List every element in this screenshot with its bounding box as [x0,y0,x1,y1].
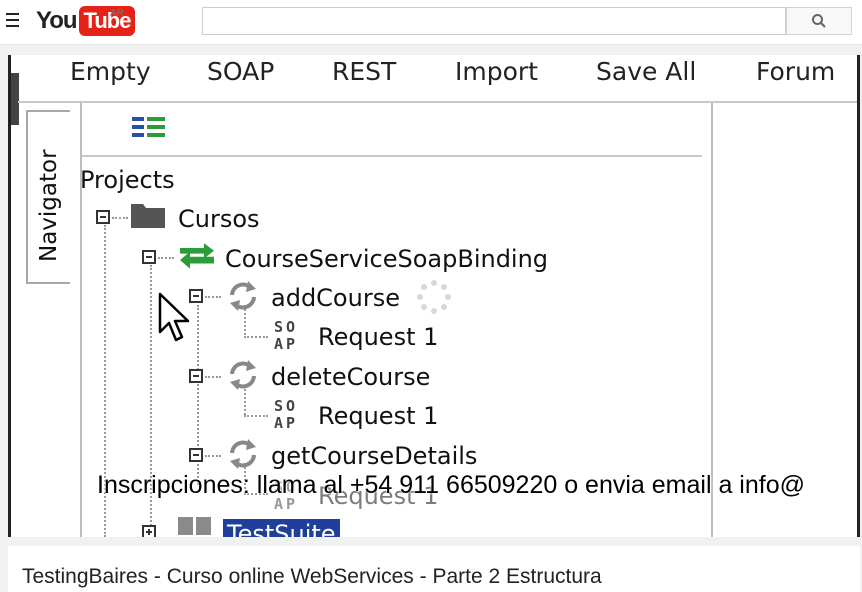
toolbar-rest: REST [332,57,397,86]
region-code: AR [110,8,124,19]
tree-expander-getcoursedetails[interactable] [189,448,203,462]
tree-request-label: Request 1 [318,323,439,351]
tree-binding-label: CourseServiceSoapBinding [225,245,549,273]
video-title[interactable]: TestingBaires - Curso online WebServices… [22,565,602,589]
operation-refresh-icon [230,281,256,311]
tree-expander-deletecourse[interactable] [189,369,203,383]
soap-request-icon: SO AP [274,319,304,355]
operation-refresh-icon [230,360,256,390]
masthead: You Tube AR [0,0,862,45]
navigator-tab: Navigator [26,110,70,284]
tree-view-icon [132,117,166,143]
divider [82,155,702,157]
tree-guide [244,336,268,338]
tree-operation-label: getCourseDetails [271,442,478,470]
soap-icon-bottom: AP [274,335,299,353]
testsuite-icon [178,517,211,535]
soap-icon-bottom: AP [274,414,299,432]
search-button[interactable] [786,7,852,35]
tree-operation-label: deleteCourse [271,363,431,391]
frame-edge [8,55,11,537]
menu-icon[interactable] [6,13,22,27]
divider [18,101,860,103]
toolbar-empty: Empty [70,57,151,86]
tree-guide [205,296,221,298]
toolbar-save-all: Save All [596,57,697,86]
tree-guide [205,376,221,378]
toolbar-soap: SOAP [207,57,275,86]
logo-you-text: You [36,7,78,34]
tree-project-label: Cursos [178,205,260,233]
navigator-tab-label: Navigator [36,149,62,262]
soap-icon-top: SO [274,318,299,336]
frame-edge-right [857,55,860,537]
tree-expander-cursos[interactable] [96,210,110,224]
soapui-toolbar: Empty SOAP REST Import Save All Forum [18,55,860,91]
tree-operation-label: addCourse [271,284,400,312]
video-title-card: TestingBaires - Curso online WebServices… [8,546,860,592]
operation-refresh-icon [230,439,256,469]
tree-testsuite-label[interactable]: TestSuite 1 [223,519,340,537]
soap-request-icon: SO AP [274,398,304,434]
video-player[interactable]: Empty SOAP REST Import Save All Forum Na… [8,55,860,537]
tree-guide [205,455,221,457]
soap-icon-top: SO [274,397,299,415]
loading-spinner-icon [417,280,451,314]
tree-guide [244,415,268,417]
toolbar-import: Import [455,57,538,86]
folder-icon [131,204,165,228]
search-icon [812,14,826,28]
logo-tube-text: Tube [78,6,136,36]
video-caption-overlay: Inscripciones: llama al +54 911 66509220… [97,471,805,499]
mouse-cursor-icon [158,292,190,342]
toolbar-forum: Forum [756,57,836,86]
tree-root-label: Projects [80,166,175,194]
binding-arrows-icon [180,243,214,269]
tree-request-label: Request 1 [318,402,439,430]
tree-guide [158,257,174,259]
tree-expander-testsuite[interactable] [142,525,156,537]
tree-expander-binding[interactable] [142,250,156,264]
tree-guide [112,217,128,219]
search-input[interactable] [202,7,786,35]
youtube-logo[interactable]: You Tube AR [36,6,136,36]
